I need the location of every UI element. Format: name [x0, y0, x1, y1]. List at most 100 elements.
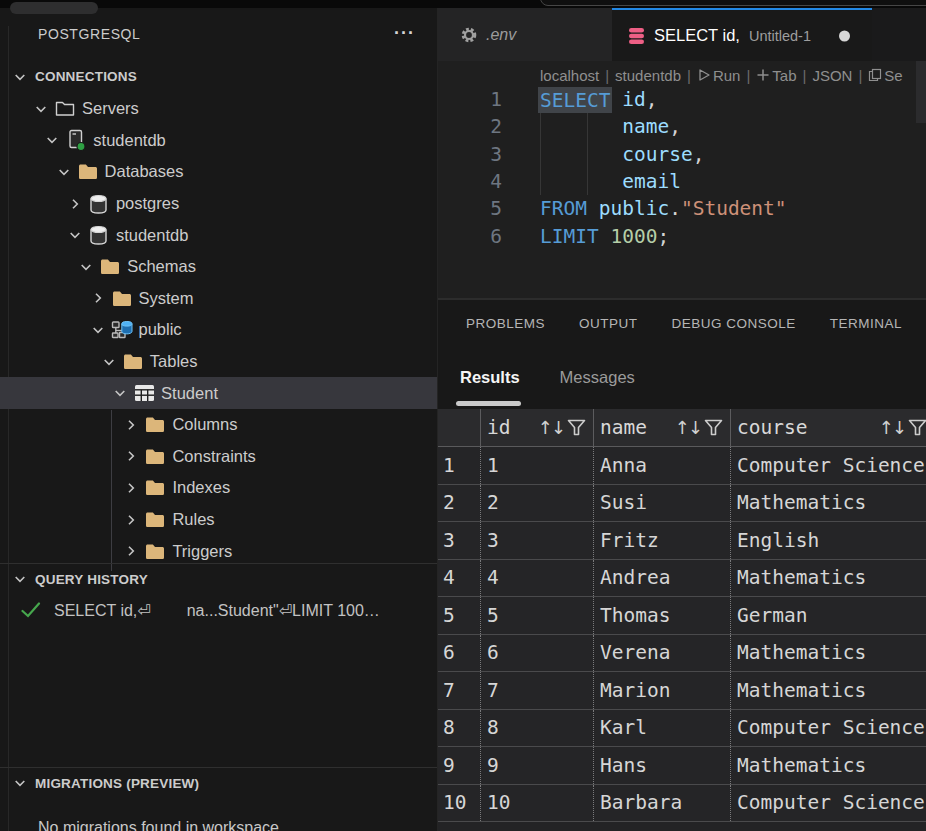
minimap[interactable]	[916, 61, 926, 123]
cell-course[interactable]: Mathematics	[731, 672, 926, 709]
cell-name[interactable]: Hans	[594, 747, 731, 784]
result-tab-messages[interactable]: Messages	[560, 368, 635, 387]
cell-id[interactable]: 9	[481, 747, 594, 784]
row-number-cell[interactable]: 4	[438, 560, 481, 597]
grid-row-2[interactable]: 22SusiMathematics	[438, 485, 926, 523]
tree-item-rules[interactable]: Rules	[0, 504, 437, 536]
codelens-action[interactable]: studentdb	[615, 67, 681, 84]
row-number-cell[interactable]: 6	[438, 635, 481, 672]
code-line[interactable]: 3 course,	[438, 141, 926, 168]
chevron-down-icon[interactable]	[56, 165, 72, 179]
cell-course[interactable]: English	[731, 522, 926, 559]
cell-id[interactable]: 5	[481, 597, 594, 634]
row-number-cell[interactable]: 9	[438, 747, 481, 784]
tree-item-postgres[interactable]: postgres	[0, 188, 437, 220]
more-actions-icon[interactable]: ···	[394, 24, 415, 42]
tree-item-tables[interactable]: Tables	[0, 346, 437, 378]
code-line[interactable]: 1SELECT id,	[438, 86, 926, 113]
chevron-right-icon[interactable]	[123, 544, 139, 558]
chevron-down-icon[interactable]	[67, 228, 83, 242]
codelens-action[interactable]: Run	[713, 67, 741, 84]
codelens-action[interactable]: Se	[884, 67, 902, 84]
row-number-cell[interactable]: 10	[438, 785, 481, 822]
migrations-header[interactable]: MIGRATIONS (PREVIEW)	[0, 768, 437, 798]
panel-tab-debug-console[interactable]: DEBUG CONSOLE	[672, 316, 796, 331]
row-number-cell[interactable]: 3	[438, 522, 481, 559]
codelens-action[interactable]: Tab	[772, 67, 796, 84]
chevron-down-icon[interactable]	[33, 102, 49, 116]
cell-course[interactable]: German	[731, 597, 926, 634]
grid-row-4[interactable]: 44AndreaMathematics	[438, 560, 926, 598]
grid-row-5[interactable]: 55ThomasGerman	[438, 597, 926, 635]
chevron-right-icon[interactable]	[123, 513, 139, 527]
grid-row-7[interactable]: 77MarionMathematics	[438, 672, 926, 710]
run-icon[interactable]	[697, 68, 711, 82]
sort-icon[interactable]: ↑↓	[675, 417, 701, 438]
cell-course[interactable]: Computer Science	[731, 447, 926, 484]
grid-column-header-course[interactable]: course↑↓	[731, 409, 926, 446]
panel-tab-terminal[interactable]: TERMINAL	[830, 316, 902, 331]
grid-row-10[interactable]: 1010BarbaraComputer Science	[438, 785, 926, 823]
tree-item-schemas[interactable]: Schemas	[0, 251, 437, 283]
chevron-down-icon[interactable]	[78, 260, 94, 274]
tree-item-system[interactable]: System	[0, 283, 437, 315]
code-line[interactable]: 5FROM public."Student"	[438, 195, 926, 222]
result-tab-results[interactable]: Results	[460, 368, 520, 387]
tree-item-studentdb[interactable]: studentdb	[0, 125, 437, 157]
cell-name[interactable]: Barbara	[594, 785, 731, 822]
grid-column-header-id[interactable]: id↑↓	[481, 409, 594, 446]
cell-name[interactable]: Andrea	[594, 560, 731, 597]
grid-row-1[interactable]: 11AnnaComputer Science	[438, 447, 926, 485]
tree-item-indexes[interactable]: Indexes	[0, 472, 437, 504]
copy-icon[interactable]	[868, 68, 882, 82]
grid-row-3[interactable]: 33FritzEnglish	[438, 522, 926, 560]
panel-tab-problems[interactable]: PROBLEMS	[466, 316, 545, 331]
tree-item-databases[interactable]: Databases	[0, 156, 437, 188]
row-number-cell[interactable]: 7	[438, 672, 481, 709]
tab-env[interactable]: .env	[438, 8, 612, 61]
cell-id[interactable]: 7	[481, 672, 594, 709]
tree-item-servers[interactable]: Servers	[0, 93, 437, 125]
query-history-item[interactable]: SELECT id,⏎na...Student"⏎LIMIT 100…	[0, 594, 437, 626]
cell-name[interactable]: Fritz	[594, 522, 731, 559]
cell-course[interactable]: Mathematics	[731, 747, 926, 784]
cell-id[interactable]: 10	[481, 785, 594, 822]
cell-course[interactable]: Mathematics	[731, 560, 926, 597]
cell-id[interactable]: 2	[481, 485, 594, 522]
grid-row-6[interactable]: 66VerenaMathematics	[438, 635, 926, 673]
filter-icon[interactable]	[908, 419, 926, 436]
row-number-cell[interactable]: 5	[438, 597, 481, 634]
codelens-action[interactable]: localhost	[540, 67, 599, 84]
chevron-down-icon[interactable]	[13, 572, 27, 586]
grid-column-header-name[interactable]: name↑↓	[594, 409, 731, 446]
chevron-down-icon[interactable]	[112, 386, 128, 400]
tree-item-columns[interactable]: Columns	[0, 409, 437, 441]
connections-section-header[interactable]: CONNECTIONS	[0, 60, 437, 93]
cell-course[interactable]: Mathematics	[731, 635, 926, 672]
modified-dot-icon[interactable]	[839, 30, 850, 41]
tree-item-public[interactable]: public	[0, 314, 437, 346]
chevron-down-icon[interactable]	[44, 133, 60, 147]
cell-id[interactable]: 6	[481, 635, 594, 672]
tree-item-constraints[interactable]: Constraints	[0, 441, 437, 473]
code-line[interactable]: 4 email	[438, 168, 926, 195]
cell-course[interactable]: Computer Science	[731, 710, 926, 747]
row-number-cell[interactable]: 1	[438, 447, 481, 484]
row-number-cell[interactable]: 8	[438, 710, 481, 747]
chevron-down-icon[interactable]	[13, 70, 27, 84]
chevron-right-icon[interactable]	[123, 481, 139, 495]
command-center-searchbox[interactable]	[540, 0, 926, 6]
cell-name[interactable]: Karl	[594, 710, 731, 747]
plus-icon[interactable]	[756, 68, 770, 82]
cell-id[interactable]: 8	[481, 710, 594, 747]
cell-name[interactable]: Anna	[594, 447, 731, 484]
chevron-right-icon[interactable]	[67, 197, 83, 211]
cell-course[interactable]: Mathematics	[731, 485, 926, 522]
cell-name[interactable]: Susi	[594, 485, 731, 522]
tree-item-student[interactable]: Student	[0, 377, 437, 409]
chevron-right-icon[interactable]	[123, 449, 139, 463]
row-number-cell[interactable]: 2	[438, 485, 481, 522]
cell-name[interactable]: Marion	[594, 672, 731, 709]
cell-course[interactable]: Computer Science	[731, 785, 926, 822]
code-line[interactable]: 2 name,	[438, 113, 926, 140]
